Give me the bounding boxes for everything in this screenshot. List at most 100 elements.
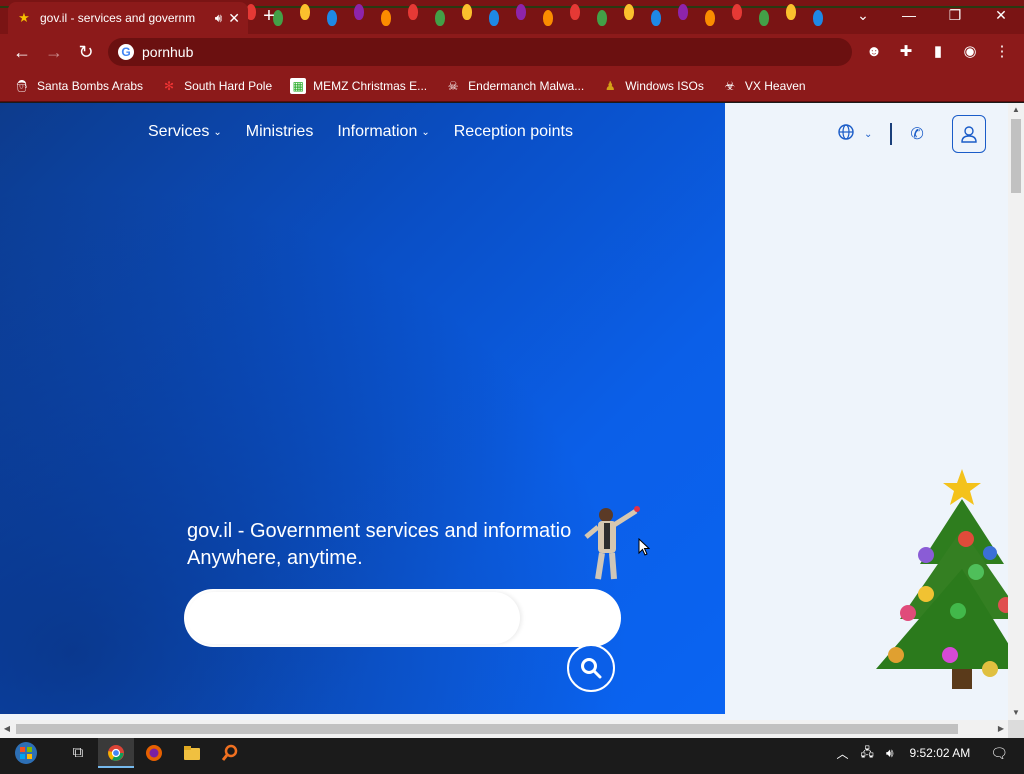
- windows-icon: ♟: [604, 78, 616, 93]
- light-bulb: [786, 4, 796, 20]
- light-bulb: [651, 10, 661, 26]
- scroll-down-icon[interactable]: ▼: [1008, 706, 1024, 720]
- bookmark-item[interactable]: ✻ South Hard Pole: [161, 78, 272, 94]
- extensions-puzzle-icon[interactable]: ✚: [894, 40, 918, 64]
- light-bulb: [732, 4, 742, 20]
- start-button[interactable]: [8, 738, 44, 768]
- clock[interactable]: 9:52:02 AM: [910, 746, 971, 760]
- new-tab-button[interactable]: +: [258, 6, 280, 28]
- light-bulb: [408, 4, 418, 20]
- christmas-tree-overlay: [876, 469, 1008, 689]
- forward-button[interactable]: →: [38, 36, 70, 68]
- address-bar[interactable]: G pornhub: [108, 38, 852, 66]
- address-text: pornhub: [142, 44, 194, 60]
- firefox-icon[interactable]: [136, 738, 172, 768]
- menu-kebab-icon[interactable]: ⋮: [990, 40, 1014, 64]
- nav-information[interactable]: Information ⌄: [337, 123, 429, 141]
- light-bulb: [354, 4, 364, 20]
- browser-toolbar: ← → ↻ G pornhub ☻ ✚ ▮ ◉ ⋮: [0, 34, 1024, 70]
- hero-headline: gov.il - Government services and informa…: [187, 520, 572, 569]
- chevron-down-icon[interactable]: ⌄: [864, 129, 872, 140]
- google-icon: G: [118, 44, 134, 60]
- light-bulb: [759, 10, 769, 26]
- audio-playing-icon[interactable]: 🔊︎: [215, 11, 223, 26]
- santa-icon: 🎅︎: [14, 78, 30, 93]
- restore-button[interactable]: ❐: [932, 0, 978, 30]
- light-bulb: [516, 4, 526, 20]
- bookmark-item[interactable]: 🎅︎ Santa Bombs Arabs: [14, 78, 143, 94]
- scroll-thumb[interactable]: [16, 724, 958, 734]
- tab-search-button[interactable]: ⌄: [840, 0, 886, 30]
- horizontal-scrollbar[interactable]: ◀ ▶: [0, 720, 1008, 738]
- light-bulb: [570, 4, 580, 20]
- mouse-cursor-icon: [638, 538, 650, 556]
- vertical-scrollbar[interactable]: ▲ ▼: [1008, 103, 1024, 720]
- nav-reception-points[interactable]: Reception points: [454, 123, 573, 141]
- bookmark-item[interactable]: ☣ VX Heaven: [722, 78, 806, 94]
- scroll-left-icon[interactable]: ◀: [0, 720, 14, 738]
- search-app-icon[interactable]: [212, 738, 248, 768]
- web-viewport: Services ⌄ Ministries Information ⌄ Recept…: [0, 103, 1008, 720]
- globe-icon[interactable]: [838, 123, 854, 145]
- search-icon: [581, 658, 602, 679]
- nav-ministries[interactable]: Ministries: [246, 123, 314, 141]
- scroll-thumb[interactable]: [1011, 119, 1021, 193]
- explorer-icon[interactable]: [174, 738, 210, 768]
- active-tab[interactable]: ★ gov.il - services and governm 🔊︎ ✕: [8, 2, 248, 34]
- notifications-icon[interactable]: 🗨︎: [990, 745, 1008, 762]
- bookmark-item[interactable]: ♟ Windows ISOs: [602, 78, 704, 94]
- profile-extension-icon[interactable]: ☻: [862, 40, 886, 64]
- back-button[interactable]: ←: [6, 36, 38, 68]
- header-utilities: ⌄ ✆: [838, 115, 986, 153]
- scrollbar-corner: [1008, 720, 1024, 738]
- chevron-down-icon: ⌄: [213, 126, 222, 138]
- skull-icon: ☠: [447, 78, 459, 93]
- snowflake-icon: ✻: [164, 78, 175, 93]
- light-bulb: [435, 10, 445, 26]
- windows-orb-icon: [15, 742, 37, 764]
- light-bulb: [705, 10, 715, 26]
- site-nav: Services ⌄ Ministries Information ⌄ Recept…: [148, 123, 573, 141]
- chrome-icon[interactable]: [98, 738, 134, 768]
- tab-title: gov.il - services and governm: [40, 11, 196, 25]
- minimize-button[interactable]: —: [886, 0, 932, 30]
- side-panel-icon[interactable]: ▮: [926, 40, 950, 64]
- phone-icon[interactable]: ✆: [910, 124, 923, 144]
- light-bulb: [813, 10, 823, 26]
- tab-close-icon[interactable]: ✕: [228, 10, 240, 27]
- light-bulb: [597, 10, 607, 26]
- memz-icon: ▦: [290, 77, 307, 94]
- user-login-button[interactable]: [951, 115, 986, 153]
- light-bulb: [678, 4, 688, 20]
- windows-taskbar: ⧉ ︿ 🖧︎ 🔊︎ 9:52:02 AM 🗨︎: [0, 738, 1024, 768]
- bookmark-item[interactable]: ▦ MEMZ Christmas E...: [290, 77, 427, 94]
- user-icon: [961, 126, 977, 143]
- divider: [890, 123, 893, 145]
- volume-icon[interactable]: 🔊︎: [886, 746, 894, 761]
- bookmarks-bar: 🎅︎ Santa Bombs Arabs ✻ South Hard Pole ▦ ME…: [0, 70, 1024, 102]
- close-window-button[interactable]: ✕: [978, 0, 1024, 30]
- scroll-up-icon[interactable]: ▲: [1008, 103, 1024, 117]
- task-view-icon[interactable]: ⧉: [60, 738, 96, 768]
- search-input[interactable]: [204, 599, 504, 637]
- christmas-lights: [240, 0, 840, 34]
- bookmark-item[interactable]: ☠ Endermanch Malwa...: [445, 78, 584, 94]
- system-tray: ︿ 🖧︎ 🔊︎ 9:52:02 AM 🗨︎: [831, 738, 1024, 768]
- vx-icon: ☣: [724, 78, 736, 93]
- account-avatar-icon[interactable]: ◉: [958, 40, 982, 64]
- scroll-right-icon[interactable]: ▶: [994, 720, 1008, 738]
- network-icon[interactable]: 🖧︎: [861, 743, 874, 764]
- search-button[interactable]: [567, 644, 615, 692]
- light-bulb: [327, 10, 337, 26]
- reload-button[interactable]: ↻: [70, 36, 102, 68]
- light-bulb: [489, 10, 499, 26]
- chevron-down-icon: ⌄: [421, 126, 430, 138]
- chevron-up-icon[interactable]: ︿: [837, 745, 849, 762]
- nav-services[interactable]: Services ⌄: [148, 123, 222, 141]
- light-bulb: [624, 4, 634, 20]
- light-bulb: [300, 4, 310, 20]
- search-box: [184, 589, 621, 647]
- tab-strip: ★ gov.il - services and governm 🔊︎ ✕ + ⌄…: [0, 0, 1024, 34]
- light-bulb: [543, 10, 553, 26]
- light-bulb: [462, 4, 472, 20]
